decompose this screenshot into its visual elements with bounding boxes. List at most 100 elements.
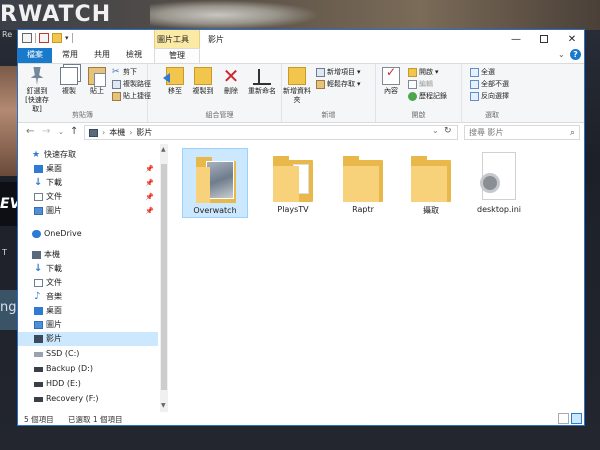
- nav-drive-c[interactable]: SSD (C:): [18, 347, 158, 361]
- window-icon[interactable]: [22, 33, 32, 43]
- pin-icon[interactable]: 📌: [145, 204, 154, 218]
- ribbon-expand-icon[interactable]: ⌄: [558, 50, 568, 60]
- breadcrumb-videos[interactable]: 影片: [136, 126, 152, 139]
- music-note-icon: ♪: [34, 291, 41, 302]
- back-arrow-icon[interactable]: ←: [26, 126, 34, 137]
- pin-icon[interactable]: 📌: [145, 162, 154, 176]
- properties-icon[interactable]: [39, 33, 49, 43]
- file-item-capture[interactable]: 攝取: [398, 148, 464, 218]
- open-group: 內容 開啟 ▾ 編輯 歷程記錄 開啟: [376, 64, 462, 122]
- pin-icon[interactable]: 📌: [145, 176, 154, 190]
- search-input[interactable]: 搜尋 影片 ⌕: [464, 125, 580, 140]
- paste-shortcut-button[interactable]: 貼上捷徑: [112, 91, 151, 101]
- nav-label: SSD (C:): [46, 349, 80, 358]
- open-button[interactable]: 開啟 ▾: [408, 67, 439, 77]
- new-folder-icon[interactable]: [52, 33, 62, 43]
- delete-button[interactable]: ✕ 刪除: [216, 66, 246, 96]
- easy-access-label: 輕鬆存取: [327, 80, 355, 88]
- copy-path-button[interactable]: 複製路徑: [112, 79, 151, 89]
- nav-this-pc[interactable]: 本機: [18, 248, 158, 262]
- tab-view[interactable]: 檢視: [120, 48, 148, 63]
- pictures-icon: [34, 207, 43, 215]
- file-name: Raptr: [352, 205, 374, 214]
- file-name: 攝取: [423, 206, 439, 215]
- select-group: 全選 全部不選 反向選擇 選取: [462, 64, 522, 122]
- nav-pc-documents[interactable]: 文件: [18, 276, 158, 290]
- details-view-button[interactable]: [558, 413, 569, 424]
- nav-label: 本機: [44, 250, 60, 259]
- history-label: 歷程記錄: [419, 92, 447, 100]
- tab-file[interactable]: 檔案: [18, 48, 52, 63]
- select-all-button[interactable]: 全選: [470, 67, 495, 77]
- nav-pc-desktop[interactable]: 桌面: [18, 304, 158, 318]
- rename-button[interactable]: 重新命名: [244, 67, 280, 96]
- address-dropdown-icon[interactable]: ⌄: [432, 126, 439, 135]
- select-none-icon: [470, 79, 479, 89]
- copy-button[interactable]: 複製: [54, 67, 84, 96]
- maximize-button[interactable]: [530, 30, 558, 48]
- properties-button[interactable]: 內容: [376, 67, 406, 96]
- open-label: 開啟: [419, 68, 433, 76]
- drive-icon: [34, 397, 43, 402]
- large-icons-view-button[interactable]: [571, 413, 582, 424]
- nav-label: 文件: [46, 192, 62, 201]
- ribbon: 釘選到[快速存取] 複製 貼上 ✂ 剪下 複製路徑 貼上捷徑 剪貼簿 移至 複製…: [18, 63, 584, 123]
- history-button[interactable]: 歷程記錄: [408, 91, 447, 101]
- scrollbar-thumb[interactable]: [161, 164, 167, 390]
- nav-pane-scrollbar[interactable]: ▲ ▼: [160, 144, 168, 412]
- easy-access-button[interactable]: 輕鬆存取 ▾: [316, 79, 361, 89]
- up-arrow-icon[interactable]: ↑: [70, 126, 78, 137]
- nav-label: 圖片: [46, 320, 62, 329]
- nav-onedrive[interactable]: OneDrive: [18, 227, 158, 241]
- nav-pc-pictures[interactable]: 圖片: [18, 318, 158, 332]
- cloud-icon: [32, 230, 41, 238]
- forward-arrow-icon[interactable]: →: [42, 126, 50, 137]
- select-none-button[interactable]: 全部不選: [470, 79, 509, 89]
- nav-drive-d[interactable]: Backup (D:): [18, 362, 158, 376]
- edit-button[interactable]: 編輯: [408, 79, 433, 89]
- cut-button[interactable]: ✂ 剪下: [112, 67, 137, 77]
- nav-drive-e[interactable]: HDD (E:): [18, 377, 158, 391]
- paste-button[interactable]: 貼上: [82, 67, 112, 96]
- open-group-label: 開啟: [411, 111, 426, 119]
- file-item-desktop-ini[interactable]: desktop.ini: [466, 148, 532, 218]
- nav-quick-access[interactable]: ★ 快速存取: [18, 148, 158, 162]
- new-folder-button[interactable]: 新增資料夾: [282, 67, 312, 105]
- nav-pc-downloads[interactable]: ↓ 下載: [18, 262, 158, 276]
- copy-to-button[interactable]: 複製到: [188, 67, 218, 96]
- file-item-raptr[interactable]: Raptr: [330, 148, 396, 218]
- close-button[interactable]: ✕: [558, 30, 586, 48]
- nav-qa-desktop[interactable]: 桌面 📌: [18, 162, 158, 176]
- nav-qa-pictures[interactable]: 圖片 📌: [18, 204, 158, 218]
- title-bar[interactable]: ▾ 圖片工具 影片 — ✕: [18, 30, 586, 63]
- nav-qa-downloads[interactable]: ↓ 下載 📌: [18, 176, 158, 190]
- address-bar[interactable]: › 本機 › 影片: [84, 125, 458, 140]
- scroll-down-icon[interactable]: ▼: [161, 402, 166, 409]
- new-item-button[interactable]: 新增項目 ▾: [316, 67, 361, 77]
- nav-pc-videos[interactable]: 影片: [18, 332, 158, 346]
- help-icon[interactable]: ?: [570, 49, 581, 60]
- background-text: EVER: [0, 182, 41, 226]
- refresh-icon[interactable]: ↻: [444, 126, 452, 136]
- nav-pc-music[interactable]: ♪ 音樂: [18, 290, 158, 304]
- scroll-up-icon[interactable]: ▲: [161, 146, 166, 153]
- nav-drive-f[interactable]: Recovery (F:): [18, 392, 158, 406]
- invert-selection-button[interactable]: 反向選擇: [470, 91, 509, 101]
- tab-home[interactable]: 常用: [56, 48, 84, 63]
- recent-locations-icon[interactable]: ⌄: [58, 128, 64, 136]
- tab-share[interactable]: 共用: [88, 48, 116, 63]
- breadcrumb-this-pc[interactable]: 本機: [109, 126, 125, 139]
- picture-tools-label: 圖片工具: [157, 35, 189, 44]
- pin-to-quick-access-button[interactable]: 釘選到[快速存取]: [22, 67, 52, 114]
- chevron-right-icon: ›: [102, 128, 106, 137]
- move-to-button[interactable]: 移至: [160, 67, 190, 96]
- select-all-label: 全選: [481, 68, 495, 76]
- minimize-button[interactable]: —: [502, 30, 530, 48]
- pin-icon[interactable]: 📌: [145, 190, 154, 204]
- file-item-playstv[interactable]: PlaysTV: [260, 148, 326, 218]
- drive-icon: [34, 352, 43, 357]
- customize-toolbar-dropdown[interactable]: ▾: [65, 34, 69, 42]
- nav-qa-documents[interactable]: 文件 📌: [18, 190, 158, 204]
- tab-manage[interactable]: 管理: [154, 48, 200, 63]
- file-item-overwatch[interactable]: Overwatch: [182, 148, 248, 218]
